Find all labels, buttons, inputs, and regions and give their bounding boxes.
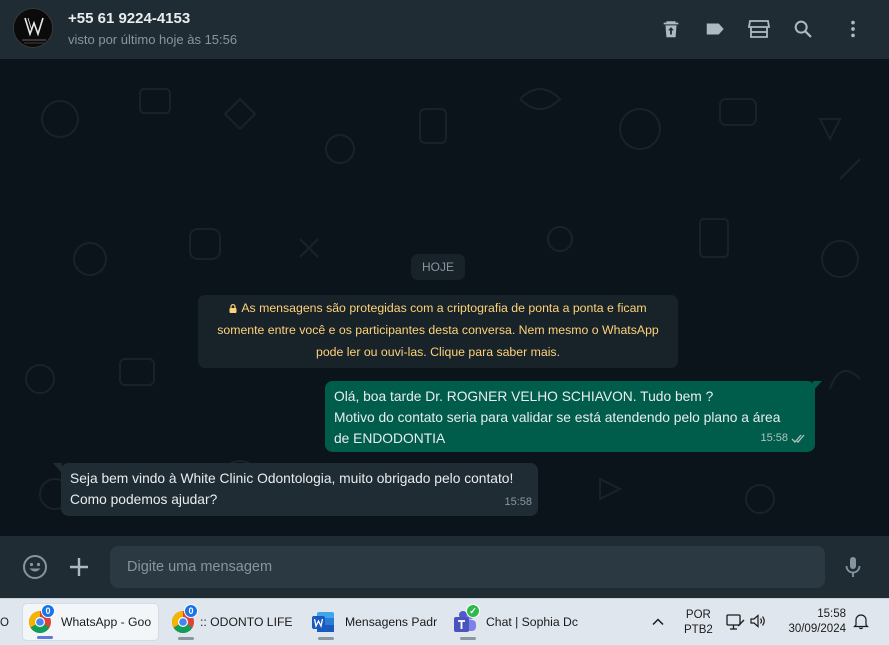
taskbar-item-word[interactable]: Mensagens Padr <box>306 603 440 641</box>
taskbar-item-whatsapp[interactable]: 0 WhatsApp - Goo <box>22 603 159 641</box>
notification-badge: 0 <box>184 604 198 618</box>
double-check-icon <box>791 434 805 443</box>
lock-icon <box>229 304 237 313</box>
chat-header: +55 61 9224-4153 visto por último hoje à… <box>0 0 889 59</box>
running-indicator <box>460 637 476 640</box>
chat-area[interactable]: HOJE As mensagens são protegidas com a c… <box>0 59 889 536</box>
input-language[interactable]: POR PTB2 <box>684 608 713 638</box>
clock-time: 15:58 <box>817 608 846 620</box>
search-icon[interactable] <box>790 16 816 42</box>
encryption-notice[interactable]: As mensagens são protegidas com a cripto… <box>198 295 678 368</box>
encryption-line-2: somente entre você e os participantes de… <box>217 323 659 337</box>
message-text-line: Olá, boa tarde Dr. ROGNER VELHO SCHIAVON… <box>334 389 714 404</box>
date-divider: HOJE <box>411 254 465 280</box>
status-check-badge: ✓ <box>466 604 480 618</box>
running-indicator <box>178 637 194 640</box>
message-text-line: de ENDODONTIA <box>334 431 446 446</box>
speaker-icon[interactable] <box>749 612 767 630</box>
language-code: POR <box>685 609 711 621</box>
encryption-notice-line: As mensagens são protegidas com a cripto… <box>206 297 670 319</box>
contact-last-seen: visto por último hoje às 15:56 <box>68 32 238 47</box>
message-text-line: Motivo do contato seria para validar se … <box>334 410 781 425</box>
taskbar-item-label: WhatsApp - Goo <box>61 615 152 629</box>
store-icon[interactable] <box>745 16 773 42</box>
keyboard-layout: PTB2 <box>684 624 713 636</box>
chevron-up-icon[interactable] <box>650 614 666 630</box>
avatar[interactable] <box>13 8 53 48</box>
whatsapp-window: +55 61 9224-4153 visto por último hoje à… <box>0 0 889 598</box>
attach-plus-icon[interactable] <box>66 554 92 580</box>
taskbar-item-label: :: ODONTO LIFE <box>200 615 293 629</box>
taskbar-left-edge-text: O <box>0 617 9 629</box>
white-clinic-logo <box>14 9 52 47</box>
message-time: 15:58 <box>504 496 532 508</box>
emoji-icon[interactable] <box>22 554 48 580</box>
chrome-icon: 0 <box>170 604 198 635</box>
taskbar-item-label: Mensagens Padr <box>345 615 438 629</box>
taskbar-item-teams[interactable]: ✓ Chat | Sophia Dc <box>448 603 582 641</box>
encryption-line-1: As mensagens são protegidas com a cripto… <box>241 301 647 315</box>
message-composer <box>0 536 889 598</box>
windows-taskbar: O 0 WhatsApp - Goo 0 :: ODONTO LIFE Mens… <box>0 598 889 645</box>
system-clock[interactable]: 15:58 30/09/2024 <box>782 607 846 637</box>
trash-upload-icon[interactable] <box>658 16 684 42</box>
notification-badge: 0 <box>41 604 55 618</box>
clock-date: 30/09/2024 <box>788 623 846 635</box>
active-indicator <box>37 636 53 639</box>
message-text-line: Como podemos ajudar? <box>70 492 218 507</box>
incoming-message[interactable]: Seja bem vindo à White Clinic Odontologi… <box>61 463 538 516</box>
network-icon[interactable] <box>725 612 745 632</box>
outgoing-message[interactable]: Olá, boa tarde Dr. ROGNER VELHO SCHIAVON… <box>325 381 815 452</box>
contact-name[interactable]: +55 61 9224-4153 <box>68 10 190 27</box>
label-icon[interactable] <box>702 16 728 42</box>
message-text-line: Seja bem vindo à White Clinic Odontologi… <box>70 471 514 486</box>
encryption-line-3: pode ler ou ouvi-las. Clique para saber … <box>315 345 561 359</box>
taskbar-item-label: Chat | Sophia Dc <box>486 615 578 629</box>
running-indicator <box>318 637 334 640</box>
taskbar-item-odonto-life[interactable]: 0 :: ODONTO LIFE <box>166 603 296 641</box>
notification-bell-icon[interactable] <box>852 612 870 630</box>
word-icon <box>310 609 336 635</box>
teams-icon: ✓ <box>452 604 480 635</box>
chrome-icon: 0 <box>27 604 55 635</box>
message-meta: 15:58 <box>760 428 807 449</box>
message-meta: 15:58 <box>504 492 532 513</box>
microphone-icon[interactable] <box>840 554 866 580</box>
message-time: 15:58 <box>760 432 788 444</box>
message-input[interactable] <box>110 546 825 588</box>
menu-dots-icon[interactable] <box>840 16 866 42</box>
